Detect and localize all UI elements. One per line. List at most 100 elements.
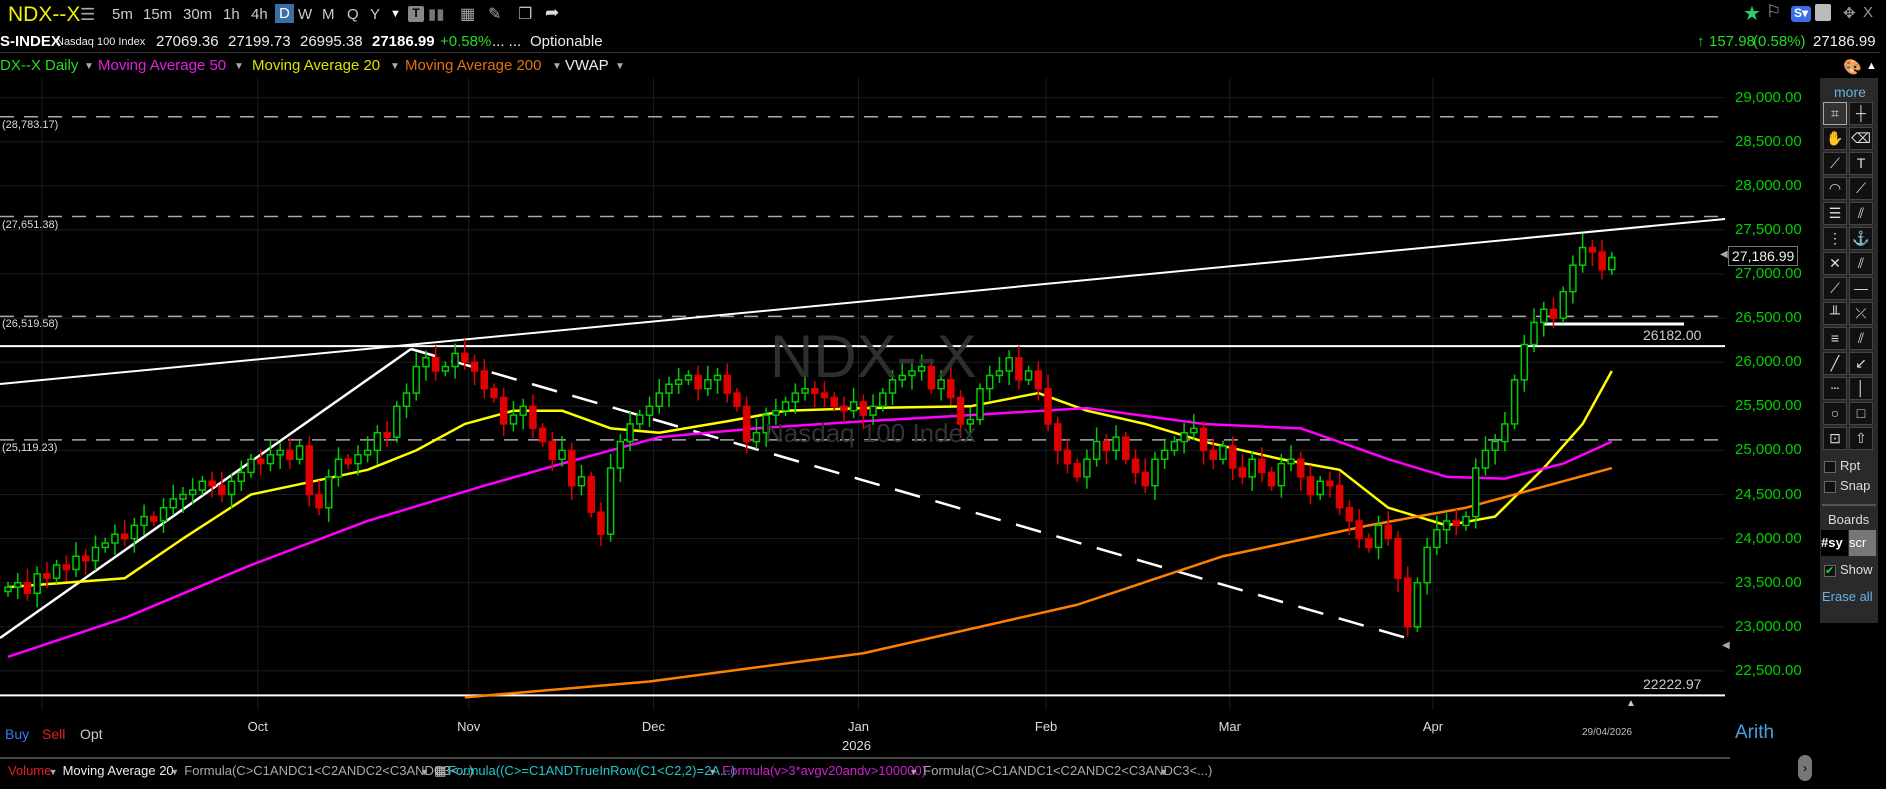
timeframe-1h[interactable]: 1h — [223, 6, 240, 23]
fib-time-tool-icon[interactable]: ⫽ — [1849, 202, 1873, 225]
diagonal-line-tool-icon[interactable]: ╱ — [1823, 352, 1847, 375]
snap-checkbox[interactable]: Snap — [1824, 478, 1870, 493]
crosshair-tool-icon[interactable]: ┼ — [1849, 102, 1873, 125]
scale-type-button[interactable]: Arith — [1735, 722, 1774, 744]
more-tools-link[interactable]: more — [1834, 84, 1866, 100]
dropdown-icon[interactable]: ▼ — [84, 61, 94, 72]
lower-indicator[interactable]: Moving Average 20 — [63, 763, 174, 778]
buy-button[interactable]: Buy — [5, 726, 29, 742]
repeat-checkbox[interactable]: Rpt — [1824, 458, 1860, 473]
circle-tool-icon[interactable]: ○ — [1823, 402, 1847, 425]
speed-fan-tool-icon[interactable]: ⟋ — [1823, 277, 1847, 300]
bars-icon[interactable]: ▮▮ — [428, 5, 445, 23]
show-checkbox[interactable]: ✔ Show — [1824, 562, 1873, 577]
box-tool-icon[interactable]: ⊡ — [1823, 427, 1847, 450]
save-icon[interactable] — [1815, 4, 1831, 21]
text-tool-icon[interactable]: T — [1849, 152, 1873, 175]
select-tool-icon[interactable]: ⌗ — [1823, 102, 1847, 125]
scroll-marker-icon[interactable]: ◀ — [1722, 640, 1730, 651]
dropdown-icon[interactable]: ▼ — [170, 767, 179, 777]
lower-indicator[interactable]: Formula(v>3*avgv20andv>100000) — [722, 763, 926, 778]
line-node-tool-icon[interactable]: ⟋ — [1823, 152, 1847, 175]
timeframe-dropdown-icon[interactable]: ▼ — [390, 8, 401, 20]
collapse-icon[interactable]: ▲ — [1866, 60, 1877, 72]
end-marker-icon[interactable]: ▲ — [1626, 698, 1636, 709]
flag-icon[interactable]: ⚐ — [1766, 2, 1781, 22]
symbol-title[interactable]: NDX--X — [8, 3, 80, 27]
parallel-tool-icon[interactable]: ⫽ — [1849, 252, 1873, 275]
fan-tool-icon[interactable]: ⟋ — [1849, 177, 1873, 200]
indicator-daily[interactable]: DX--X Daily — [0, 57, 78, 74]
timeframe-Q[interactable]: Q — [347, 6, 359, 23]
dropdown-icon[interactable]: ▼ — [420, 767, 429, 777]
pane-scroll-icon[interactable]: › — [1798, 755, 1812, 781]
candle-up — [91, 546, 100, 562]
copy-icon[interactable]: ❐ — [518, 4, 532, 24]
anchor-tool-icon[interactable]: ⚓ — [1849, 227, 1873, 250]
timeframe-Y[interactable]: Y — [370, 6, 380, 23]
timeframe-5m[interactable]: 5m — [112, 6, 133, 23]
timeframe-M[interactable]: M — [322, 6, 335, 23]
indicator-vwap[interactable]: VWAP — [565, 57, 609, 74]
dropdown-icon[interactable]: ▼ — [615, 61, 625, 72]
calculator-icon[interactable]: ▦ — [460, 4, 475, 24]
parallel-lines-tool-icon[interactable]: ⫽ — [1849, 327, 1873, 350]
timeframe-4h[interactable]: 4h — [251, 6, 268, 23]
eraser-tool-icon[interactable]: ⌫ — [1849, 127, 1873, 150]
indicator-ma50[interactable]: Moving Average 50 — [98, 57, 226, 74]
ray-tool-icon[interactable]: ↙ — [1849, 352, 1873, 375]
rectangle-tool-icon[interactable]: □ — [1849, 402, 1873, 425]
candle-up — [1501, 423, 1509, 443]
timeframe-15m[interactable]: 15m — [143, 6, 172, 23]
dashed-line-tool-icon[interactable]: ┄ — [1823, 377, 1847, 400]
dropdown-icon[interactable]: ▼ — [49, 767, 58, 777]
candle-up — [451, 352, 459, 368]
grid-icon[interactable]: ▦ — [434, 763, 446, 779]
horizontal-line-tool-icon[interactable]: — — [1849, 277, 1873, 300]
board-scr-button[interactable]: scr — [1849, 530, 1876, 556]
up-arrow-tool-icon[interactable]: ⇧ — [1849, 427, 1873, 450]
erase-all-link[interactable]: Erase all — [1822, 589, 1873, 604]
dropdown-icon[interactable]: ▼ — [1159, 767, 1168, 777]
dropdown-icon[interactable]: ▼ — [390, 61, 400, 72]
timeframe-W[interactable]: W — [298, 6, 312, 23]
candle-up — [674, 379, 683, 385]
candle-up — [1471, 467, 1480, 518]
andrews-tool-icon[interactable]: ✕ — [1823, 252, 1847, 275]
candle-down — [1102, 440, 1111, 452]
close-icon[interactable]: X — [1863, 4, 1873, 21]
price-line-tool-icon[interactable]: ╨ — [1823, 302, 1847, 325]
dropdown-icon[interactable]: ▼ — [708, 767, 717, 777]
lower-indicator[interactable]: Volume — [8, 763, 51, 778]
time-grid-tool-icon[interactable]: ⋮ — [1823, 227, 1847, 250]
candle-down — [1044, 387, 1052, 425]
pencil-icon[interactable]: ✎ — [488, 4, 501, 24]
share-icon[interactable]: ➦ — [545, 3, 559, 23]
palette-icon[interactable]: 🎨 — [1843, 58, 1862, 76]
lower-indicator[interactable]: Formula(C>C1ANDC1<C2ANDC2<C3ANDC3<...) — [184, 763, 473, 778]
watchlist-star-icon[interactable]: ★ — [1743, 1, 1761, 26]
cross-tool-icon[interactable]: ⤫ — [1849, 302, 1873, 325]
indicator-ma200[interactable]: Moving Average 200 — [405, 57, 542, 74]
move-icon[interactable]: ✥ — [1843, 4, 1856, 22]
text-tool-icon[interactable]: T — [408, 6, 424, 22]
sell-button[interactable]: Sell — [42, 726, 65, 742]
fib-arc-tool-icon[interactable]: ◠ — [1823, 177, 1847, 200]
lower-indicator[interactable]: Formula((C>=C1ANDTrueInRow(C1<C2,2)=2A..… — [448, 763, 735, 778]
list-icon[interactable]: ☰ — [80, 5, 95, 25]
fib-retracement-tool-icon[interactable]: ☰ — [1823, 202, 1847, 225]
lower-indicator[interactable]: Formula(C>C1ANDC1<C2ANDC2<C3ANDC3<...) — [923, 763, 1212, 778]
indicator-ma20[interactable]: Moving Average 20 — [252, 57, 380, 74]
dropdown-icon[interactable]: ▼ — [552, 61, 562, 72]
board-sy-button[interactable]: #sy — [1821, 530, 1848, 556]
s-menu-icon[interactable]: S▾ — [1791, 6, 1811, 22]
dropdown-icon[interactable]: ▼ — [909, 767, 918, 777]
timeframe-30m[interactable]: 30m — [183, 6, 212, 23]
dropdown-icon[interactable]: ▼ — [234, 61, 244, 72]
hand-tool-icon[interactable]: ✋ — [1823, 127, 1847, 150]
timeframe-D[interactable]: D — [275, 4, 294, 23]
vertical-line-tool-icon[interactable]: │ — [1849, 377, 1873, 400]
candle-up — [363, 449, 372, 456]
options-button[interactable]: Opt — [80, 726, 103, 742]
horizontal-lines-tool-icon[interactable]: ≡ — [1823, 327, 1847, 350]
